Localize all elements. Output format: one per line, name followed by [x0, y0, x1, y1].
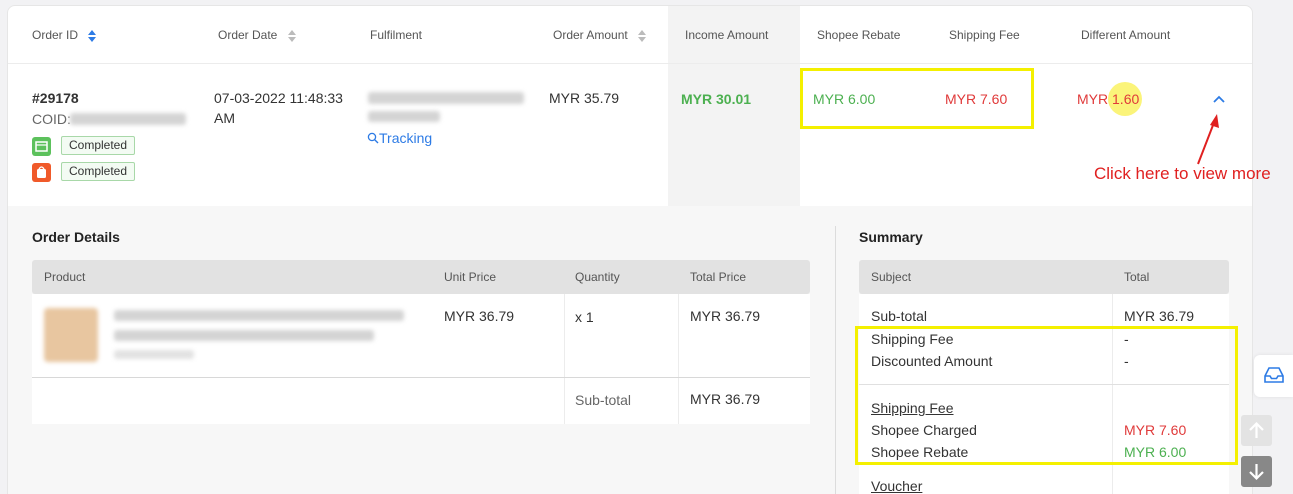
total-price: MYR 36.79: [690, 308, 761, 324]
order-card: Order ID Order Date Fulfilment Order Amo…: [7, 5, 1253, 494]
divider: [835, 226, 836, 494]
col-order-date-label: Order Date: [218, 28, 278, 42]
col-shopee-rebate: Shopee Rebate: [817, 28, 901, 42]
th-quantity: Quantity: [575, 270, 620, 284]
col-fulfilment: Fulfilment: [370, 28, 423, 42]
unit-price: MYR 36.79: [444, 308, 515, 324]
tracking-link[interactable]: Tracking: [367, 130, 432, 146]
status-badge: Completed: [61, 136, 136, 155]
sort-icon[interactable]: [88, 29, 97, 42]
order-details-header: Product Unit Price Quantity Total Price: [32, 260, 810, 294]
sort-icon[interactable]: [638, 29, 647, 42]
table-header: Order ID Order Date Fulfilment Order Amo…: [8, 6, 1252, 64]
subtotal-label: Sub-total: [575, 392, 632, 408]
status-badge: Completed: [61, 162, 136, 181]
different-value: 1.60: [1112, 91, 1140, 107]
arrow-up-icon: [1249, 421, 1264, 438]
summary-subtotal-label: Sub-total: [871, 308, 928, 324]
annotation-text: Click here to view more: [1094, 164, 1271, 183]
col-income-amount: Income Amount: [685, 28, 769, 42]
th-product: Product: [44, 270, 86, 284]
product-name-blurred: [114, 310, 404, 321]
th-total-price: Total Price: [690, 270, 747, 284]
summary-title: Summary: [859, 229, 923, 245]
order-time-suffix: AM: [214, 110, 235, 126]
inbox-button[interactable]: [1254, 355, 1293, 397]
th-subject: Subject: [871, 270, 912, 284]
coid-value-blurred: [70, 113, 186, 125]
different-amount: MYR 1.60: [1077, 91, 1139, 107]
col-order-id[interactable]: Order ID: [32, 6, 97, 64]
order-details-title: Order Details: [32, 229, 120, 245]
summary-header: Subject Total: [859, 260, 1229, 294]
fulfilment-blurred: [368, 111, 440, 122]
fulfilment-blurred: [368, 92, 524, 104]
col-order-id-label: Order ID: [32, 28, 79, 42]
th-unit-price: Unit Price: [444, 270, 497, 284]
different-currency: MYR: [1077, 91, 1109, 107]
arrow-down-icon: [1249, 464, 1264, 481]
inbox-icon: [1264, 367, 1284, 383]
scroll-top-button[interactable]: [1241, 415, 1272, 446]
scroll-bottom-button[interactable]: [1241, 456, 1272, 487]
shop-icon: [32, 137, 51, 156]
coid-label: COID:: [32, 111, 71, 127]
product-sku-blurred: [114, 350, 194, 359]
col-order-amount[interactable]: Order Amount: [553, 6, 647, 64]
product-name-blurred: [114, 330, 374, 341]
shopee-icon: [32, 163, 51, 182]
summary-subtotal-value: MYR 36.79: [1124, 308, 1195, 324]
search-icon: [367, 132, 379, 144]
col-order-date[interactable]: Order Date: [218, 6, 296, 64]
highlight-box: [855, 326, 1238, 465]
income-amount: MYR 30.01: [681, 91, 752, 107]
summary-voucher-label: Voucher: [871, 478, 923, 494]
highlight-box: [800, 68, 1034, 129]
th-total: Total: [1124, 270, 1150, 284]
tracking-label: Tracking: [379, 130, 433, 146]
col-different-amount: Different Amount: [1081, 28, 1171, 42]
order-date: 07-03-2022 11:48:33: [214, 90, 343, 106]
order-amount: MYR 35.79: [549, 90, 620, 106]
annotation-arrow: [1197, 114, 1219, 165]
chevron-up-icon[interactable]: [1211, 92, 1227, 108]
sort-icon[interactable]: [287, 29, 296, 42]
order-id[interactable]: #29178: [32, 90, 79, 106]
subtotal-value: MYR 36.79: [690, 391, 761, 407]
quantity: x 1: [575, 309, 594, 325]
col-order-amount-label: Order Amount: [553, 28, 628, 42]
order-detail-panel: Order Details Product Unit Price Quantit…: [8, 206, 1252, 494]
col-shipping-fee: Shipping Fee: [949, 28, 1020, 42]
product-thumbnail: [44, 308, 98, 362]
order-details-body: MYR 36.79 x 1 MYR 36.79 Sub-total MYR 36…: [32, 294, 810, 424]
